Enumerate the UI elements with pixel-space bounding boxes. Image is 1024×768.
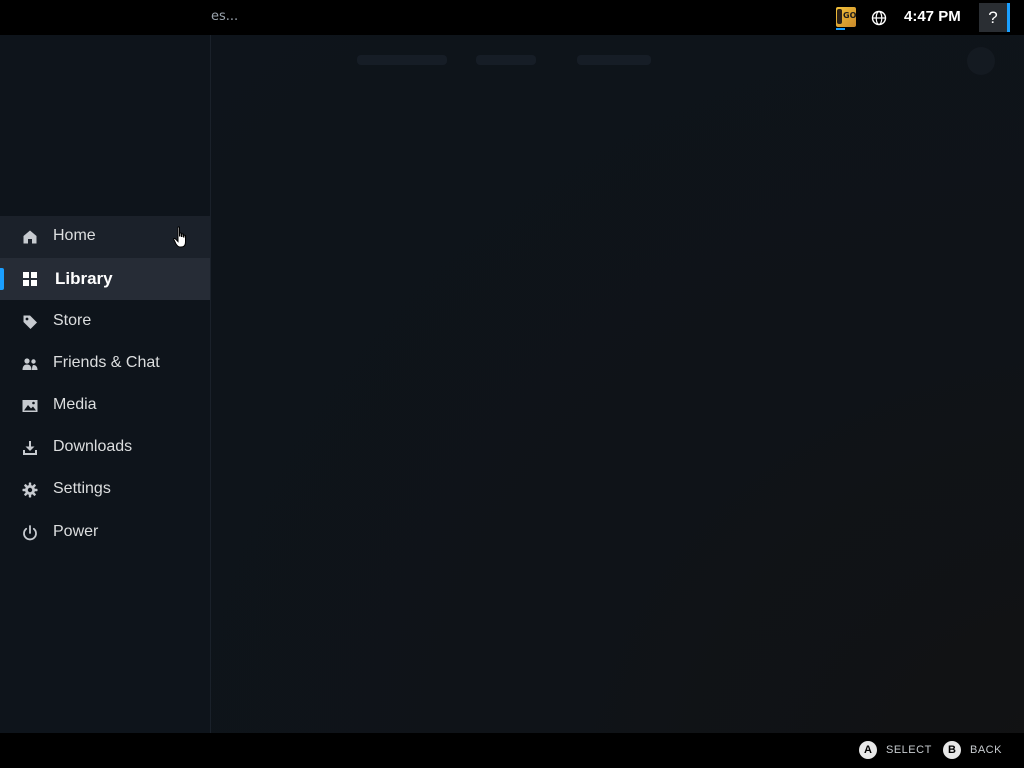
- game-icon[interactable]: GO: [836, 7, 856, 27]
- nav-item-downloads[interactable]: Downloads: [0, 427, 210, 469]
- tag-icon: [23, 315, 37, 329]
- a-button-icon: A: [859, 741, 877, 759]
- download-icon: [23, 441, 37, 455]
- nav-item-store[interactable]: Store: [0, 301, 210, 343]
- nav-item-label: Media: [53, 396, 97, 413]
- b-button-icon: B: [943, 741, 961, 759]
- steam-deck-screen: es... GO 4:47 PM ? Home Library Store Fr…: [0, 0, 1024, 768]
- help-button[interactable]: ?: [979, 3, 1007, 32]
- nav-item-friends[interactable]: Friends & Chat: [0, 343, 210, 385]
- nav-item-label: Friends & Chat: [53, 354, 160, 371]
- nav-item-label: Library: [55, 269, 113, 288]
- nav-item-label: Store: [53, 312, 92, 329]
- active-indicator: [0, 268, 4, 290]
- nav-item-label: Downloads: [53, 438, 133, 455]
- nav-item-label: Home: [53, 227, 96, 244]
- globe-icon[interactable]: [871, 10, 887, 26]
- nav-item-label: Power: [53, 523, 99, 540]
- topbar-title: es...: [211, 9, 239, 24]
- faded-tab: [577, 55, 651, 65]
- clock: 4:47 PM: [904, 8, 961, 25]
- friends-icon: [22, 358, 38, 370]
- nav-item-library[interactable]: Library: [0, 258, 210, 300]
- main-menu-sidebar: Home Library Store Friends & Chat Media …: [0, 35, 211, 733]
- help-button-accent: [1007, 3, 1010, 32]
- nav-item-settings[interactable]: Settings: [0, 469, 210, 511]
- faded-tab: [357, 55, 447, 65]
- power-icon: [23, 525, 37, 541]
- hand-cursor-icon: [173, 226, 186, 248]
- nav-item-power[interactable]: Power: [0, 512, 210, 554]
- game-icon-text: GO: [843, 11, 856, 20]
- select-hint[interactable]: SELECT: [886, 744, 932, 756]
- image-icon: [22, 400, 38, 412]
- faded-tab: [476, 55, 536, 65]
- game-running-indicator: [836, 28, 845, 30]
- nav-item-media[interactable]: Media: [0, 385, 210, 427]
- faded-avatar: [967, 47, 995, 75]
- grid-icon: [23, 272, 37, 286]
- back-hint[interactable]: BACK: [970, 744, 1002, 756]
- nav-item-label: Settings: [53, 480, 111, 497]
- home-icon: [23, 230, 37, 244]
- gear-icon: [22, 482, 38, 498]
- footer-bar: A SELECT B BACK: [0, 733, 1024, 768]
- main-content-area: [211, 35, 1024, 733]
- top-bar: es... GO 4:47 PM ?: [0, 0, 1024, 35]
- game-icon-figure: [837, 9, 842, 24]
